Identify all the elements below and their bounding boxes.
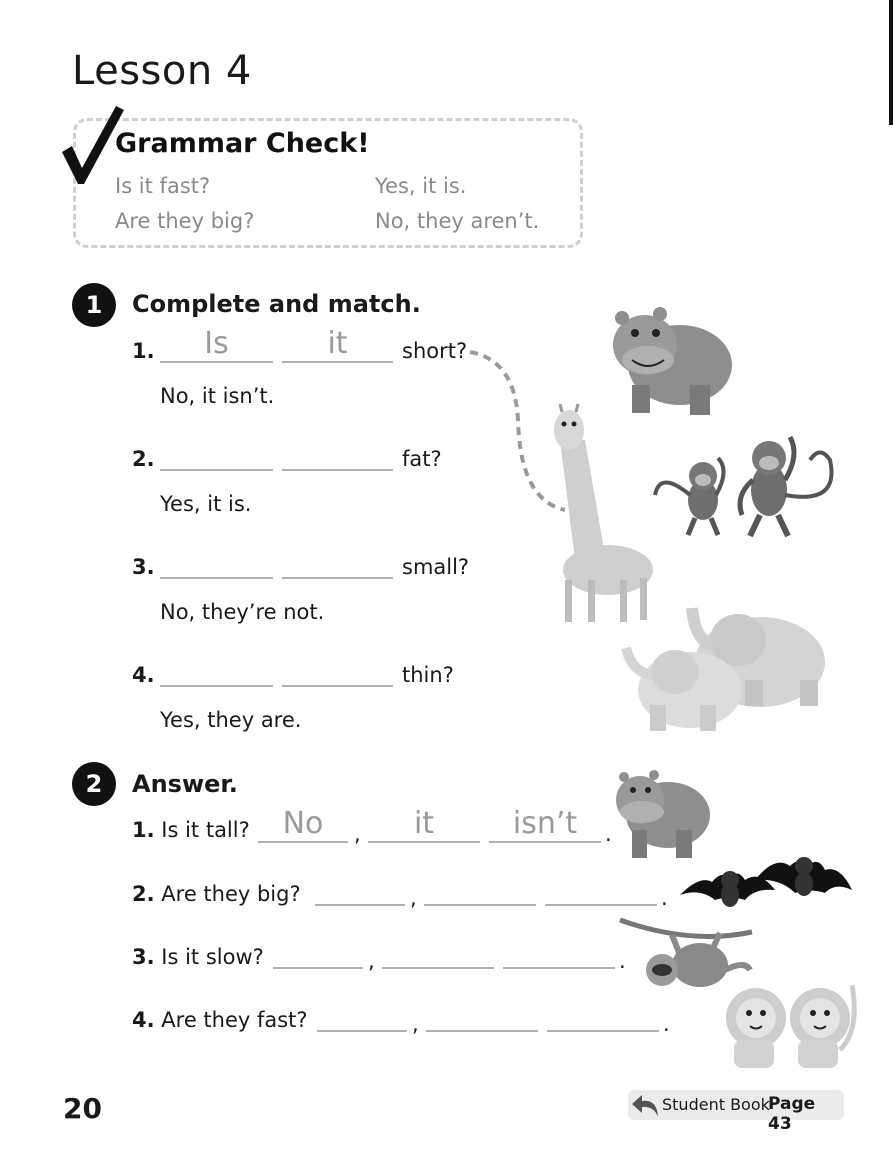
match-line [469,350,566,512]
student-book-page: Page 43 [768,1094,816,1134]
giraffe-icon [554,403,653,622]
return-arrow-icon [632,1095,658,1117]
lion-icon [790,984,857,1068]
monkey-icon [737,435,834,538]
animal-illustrations [469,307,857,1068]
lion-icon [726,988,786,1068]
hippo-icon [613,307,732,415]
page-number: 20 [63,1092,102,1125]
monkey-icon [653,456,726,536]
hippo-icon [616,770,710,858]
student-book-label: Student Book [662,1095,770,1114]
student-book-reference: Student Book Page 43 [628,1090,844,1134]
sloth-icon [619,917,753,987]
bat-icon [755,857,852,896]
